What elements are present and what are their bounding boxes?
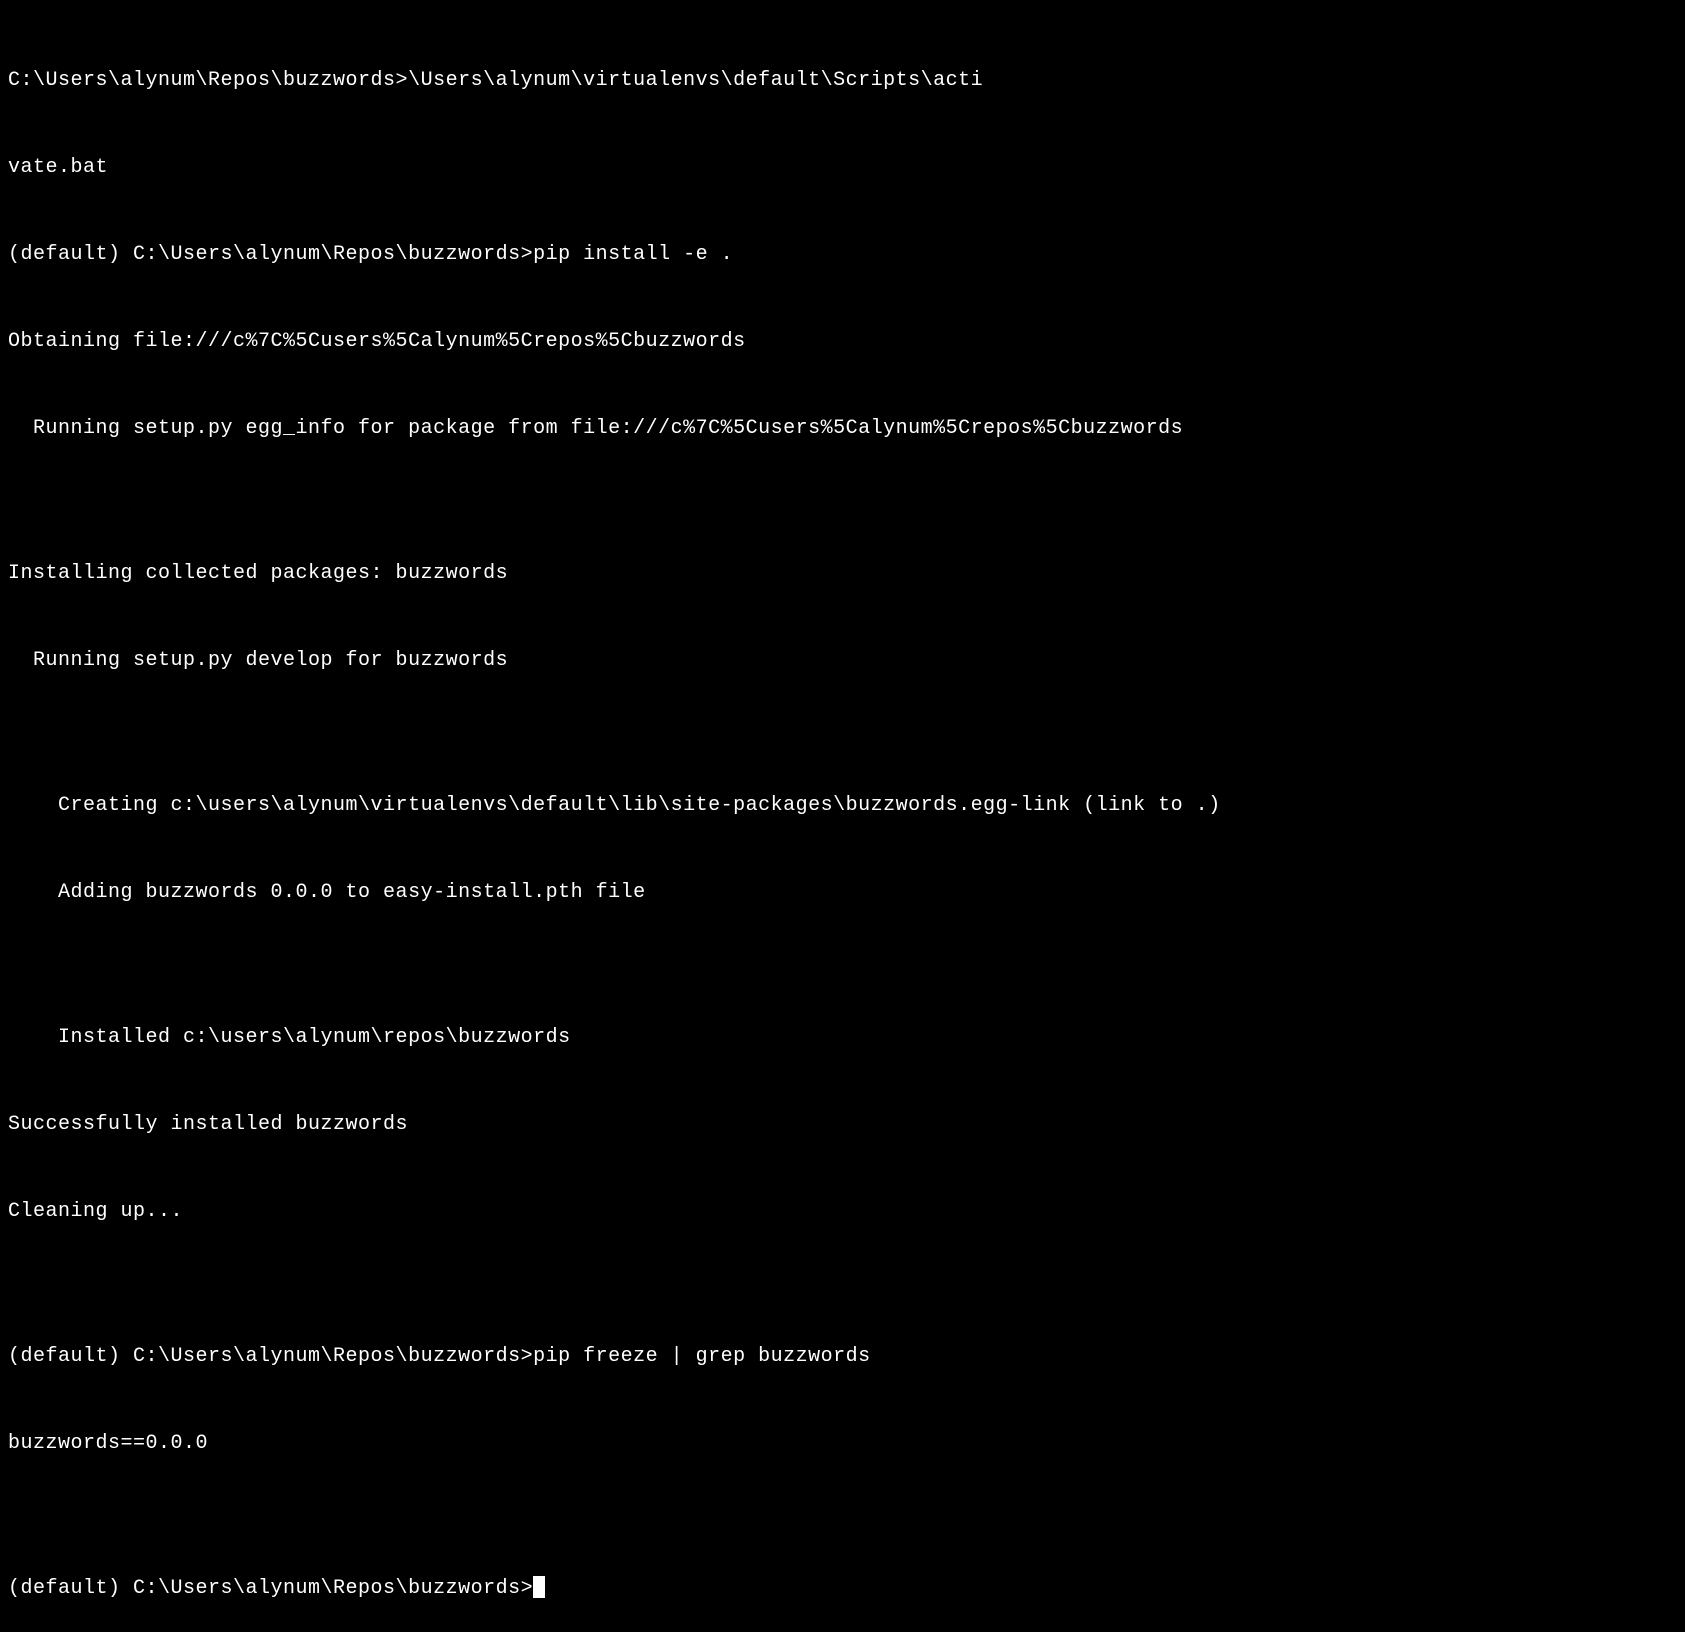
terminal-line: Obtaining file:///c%7C%5Cusers%5Calynum%…	[8, 327, 1677, 356]
terminal-line: (default) C:\Users\alynum\Repos\buzzword…	[8, 1342, 1677, 1371]
terminal-line: (default) C:\Users\alynum\Repos\buzzword…	[8, 240, 1677, 269]
terminal-line: Installed c:\users\alynum\repos\buzzword…	[8, 1023, 1677, 1052]
terminal-line: Installing collected packages: buzzwords	[8, 559, 1677, 588]
terminal-line: Running setup.py develop for buzzwords	[8, 646, 1677, 675]
terminal-line: Cleaning up...	[8, 1197, 1677, 1226]
terminal-prompt: (default) C:\Users\alynum\Repos\buzzword…	[8, 1577, 533, 1600]
terminal-line: Adding buzzwords 0.0.0 to easy-install.p…	[8, 878, 1677, 907]
terminal-prompt-line[interactable]: (default) C:\Users\alynum\Repos\buzzword…	[8, 1574, 1677, 1603]
cursor-icon	[533, 1576, 545, 1598]
terminal-line: Successfully installed buzzwords	[8, 1110, 1677, 1139]
terminal-line: buzzwords==0.0.0	[8, 1429, 1677, 1458]
terminal-window[interactable]: C:\Users\alynum\Repos\buzzwords>\Users\a…	[8, 8, 1677, 1632]
terminal-line: C:\Users\alynum\Repos\buzzwords>\Users\a…	[8, 66, 1677, 95]
terminal-line: Creating c:\users\alynum\virtualenvs\def…	[8, 791, 1677, 820]
terminal-line: Running setup.py egg_info for package fr…	[8, 414, 1677, 443]
terminal-line: vate.bat	[8, 153, 1677, 182]
